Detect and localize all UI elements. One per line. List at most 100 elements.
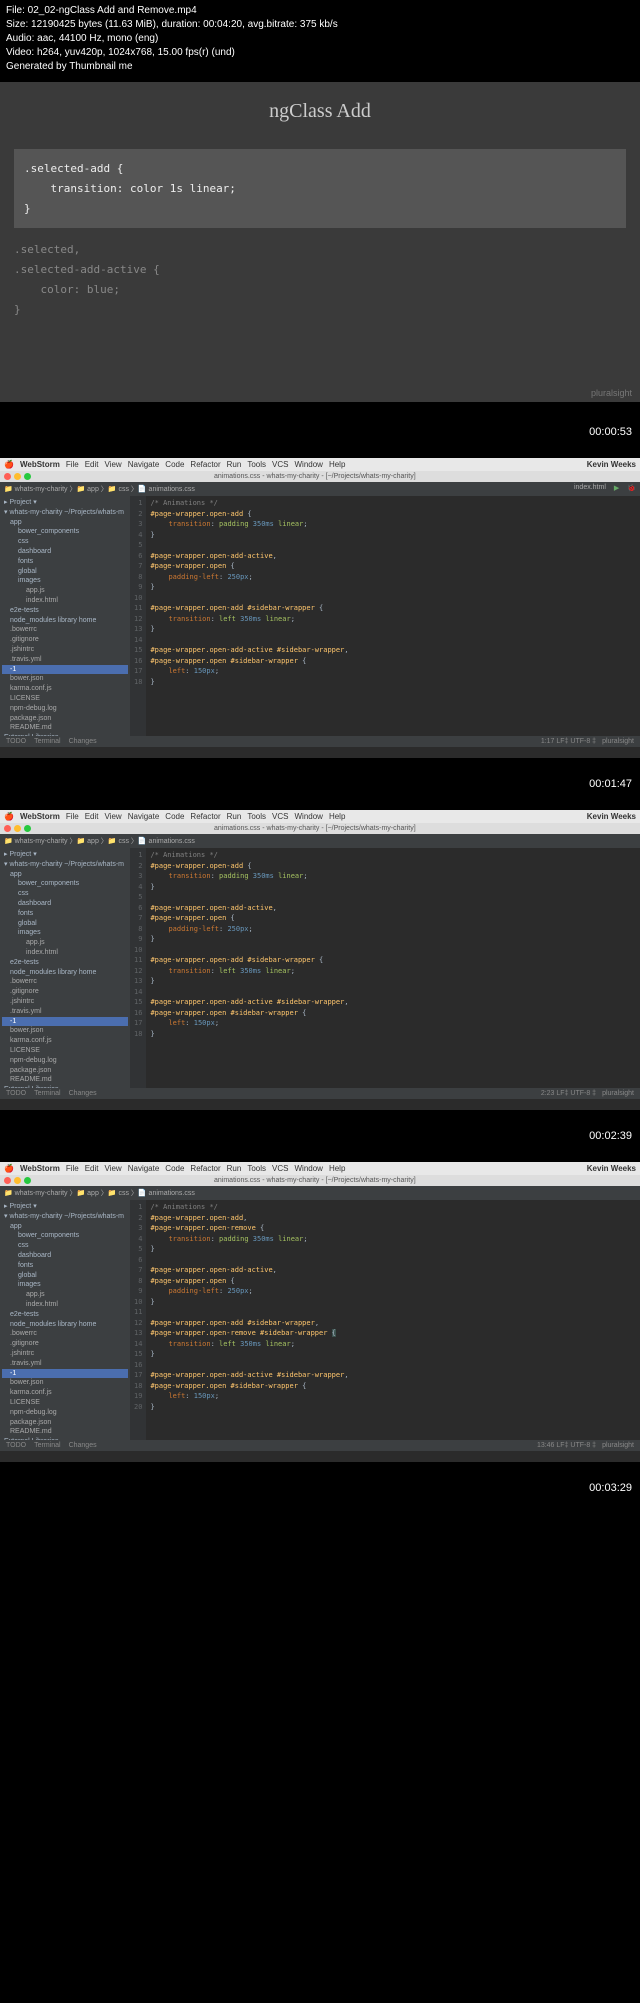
menu-item[interactable]: File bbox=[66, 812, 79, 821]
minimize-icon[interactable] bbox=[14, 473, 21, 480]
menu-item[interactable]: File bbox=[66, 1164, 79, 1173]
menu-item[interactable]: VCS bbox=[272, 812, 288, 821]
menu-item[interactable]: View bbox=[105, 812, 122, 821]
line-gutter: 123456789101112131415161718 bbox=[130, 848, 146, 1088]
slide-title: ngClass Add bbox=[0, 82, 640, 141]
menu-item[interactable]: Window bbox=[294, 460, 322, 469]
menu-item[interactable]: Refactor bbox=[190, 812, 220, 821]
todo-tab[interactable]: TODO bbox=[6, 1442, 26, 1449]
meta-generator: Generated by Thumbnail me bbox=[6, 60, 634, 74]
menu-item[interactable]: VCS bbox=[272, 1164, 288, 1173]
menu-item[interactable]: File bbox=[66, 460, 79, 469]
menu-item[interactable]: Navigate bbox=[128, 812, 160, 821]
menu-item[interactable]: Run bbox=[227, 1164, 242, 1173]
breadcrumb[interactable]: 📁 whats-my-charity 〉📁 app 〉📁 css 〉📄 anim… bbox=[4, 1188, 195, 1198]
brand-label: pluralsight bbox=[591, 388, 632, 398]
close-icon[interactable] bbox=[4, 473, 11, 480]
menu-item[interactable]: View bbox=[105, 460, 122, 469]
apple-icon[interactable]: 🍎 bbox=[4, 460, 14, 469]
menu-item[interactable]: Code bbox=[165, 1164, 184, 1173]
menu-item[interactable]: Help bbox=[329, 460, 345, 469]
timestamp: 00:00:53 bbox=[0, 406, 640, 458]
user-name: Kevin Weeks bbox=[587, 1164, 636, 1173]
changes-tab[interactable]: Changes bbox=[69, 738, 97, 745]
ide-frame-1: 🍎 WebStorm File Edit View Navigate Code … bbox=[0, 458, 640, 758]
breadcrumb[interactable]: 📁 whats-my-charity 〉📁 app 〉📁 css 〉📄 anim… bbox=[4, 484, 195, 494]
menu-item[interactable]: Run bbox=[227, 812, 242, 821]
menu-item[interactable]: Help bbox=[329, 812, 345, 821]
line-gutter: 123456789101112131415161718 bbox=[130, 496, 146, 736]
project-tree[interactable]: ▸ Project ▾▾ whats-my-charity ~/Projects… bbox=[0, 1200, 130, 1440]
changes-tab[interactable]: Changes bbox=[69, 1442, 97, 1449]
menu-item[interactable]: Edit bbox=[85, 812, 99, 821]
terminal-tab[interactable]: Terminal bbox=[34, 1442, 60, 1449]
code-editor[interactable]: 123456789101112131415161718 /* Animation… bbox=[130, 848, 640, 1088]
user-name: Kevin Weeks bbox=[587, 812, 636, 821]
app-name[interactable]: WebStorm bbox=[20, 460, 60, 469]
menu-item[interactable]: Tools bbox=[247, 812, 266, 821]
app-name[interactable]: WebStorm bbox=[20, 1164, 60, 1173]
menu-item[interactable]: Refactor bbox=[190, 1164, 220, 1173]
code-content[interactable]: /* Animations */#page-wrapper.open-add,#… bbox=[146, 1200, 352, 1440]
window-controls: animations.css - whats-my-charity - [~/P… bbox=[0, 823, 640, 834]
menu-item[interactable]: Refactor bbox=[190, 460, 220, 469]
changes-tab[interactable]: Changes bbox=[69, 1090, 97, 1097]
app-name[interactable]: WebStorm bbox=[20, 812, 60, 821]
menu-item[interactable]: Tools bbox=[247, 1164, 266, 1173]
maximize-icon[interactable] bbox=[24, 825, 31, 832]
apple-icon[interactable]: 🍎 bbox=[4, 812, 14, 821]
code-faded: .selected, .selected-add-active { color:… bbox=[14, 240, 626, 319]
menu-item[interactable]: Help bbox=[329, 1164, 345, 1173]
meta-file: File: 02_02-ngClass Add and Remove.mp4 bbox=[6, 4, 634, 18]
code-line: } bbox=[14, 300, 626, 320]
minimize-icon[interactable] bbox=[14, 825, 21, 832]
code-editor[interactable]: 123456789101112131415161718 /* Animation… bbox=[130, 496, 640, 736]
line-gutter: 1234567891011121314151617181920 bbox=[130, 1200, 146, 1440]
apple-icon[interactable]: 🍎 bbox=[4, 1164, 14, 1173]
status-bar: TODO Terminal Changes 13:46 LF‡ UTF-8 ‡ … bbox=[0, 1440, 640, 1451]
code-line: transition: color 1s linear; bbox=[24, 179, 616, 199]
maximize-icon[interactable] bbox=[24, 473, 31, 480]
menu-item[interactable]: Code bbox=[165, 460, 184, 469]
terminal-tab[interactable]: Terminal bbox=[34, 1090, 60, 1097]
close-icon[interactable] bbox=[4, 1177, 11, 1184]
debug-icon[interactable]: 🐞 bbox=[627, 484, 636, 494]
terminal-tab[interactable]: Terminal bbox=[34, 738, 60, 745]
window-title: animations.css - whats-my-charity - [~/P… bbox=[214, 473, 416, 480]
menu-item[interactable]: View bbox=[105, 1164, 122, 1173]
window-title: animations.css - whats-my-charity - [~/P… bbox=[214, 825, 416, 832]
minimize-icon[interactable] bbox=[14, 1177, 21, 1184]
run-icon[interactable]: ▶ bbox=[614, 484, 619, 494]
menu-item[interactable]: Tools bbox=[247, 460, 266, 469]
menu-item[interactable]: Run bbox=[227, 460, 242, 469]
file-metadata: File: 02_02-ngClass Add and Remove.mp4 S… bbox=[0, 0, 640, 78]
breadcrumb-bar: 📁 whats-my-charity 〉📁 app 〉📁 css 〉📄 anim… bbox=[0, 834, 640, 848]
menu-item[interactable]: Window bbox=[294, 812, 322, 821]
menu-item[interactable]: Navigate bbox=[128, 1164, 160, 1173]
code-content[interactable]: /* Animations */#page-wrapper.open-add {… bbox=[146, 496, 352, 736]
menu-item[interactable]: Edit bbox=[85, 1164, 99, 1173]
project-tree[interactable]: ▸ Project ▾▾ whats-my-charity ~/Projects… bbox=[0, 848, 130, 1088]
menu-item[interactable]: Window bbox=[294, 1164, 322, 1173]
code-line: .selected, bbox=[14, 240, 626, 260]
brand-label: pluralsight bbox=[602, 1090, 634, 1097]
run-config[interactable]: index.html bbox=[574, 484, 606, 494]
code-content[interactable]: /* Animations */#page-wrapper.open-add {… bbox=[146, 848, 352, 1088]
menu-item[interactable]: Navigate bbox=[128, 460, 160, 469]
close-icon[interactable] bbox=[4, 825, 11, 832]
window-title: animations.css - whats-my-charity - [~/P… bbox=[214, 1177, 416, 1184]
menu-item[interactable]: Code bbox=[165, 812, 184, 821]
code-editor[interactable]: 1234567891011121314151617181920 /* Anima… bbox=[130, 1200, 640, 1440]
status-bar: TODO Terminal Changes 1:17 LF‡ UTF-8 ‡ p… bbox=[0, 736, 640, 747]
breadcrumb[interactable]: 📁 whats-my-charity 〉📁 app 〉📁 css 〉📄 anim… bbox=[4, 836, 195, 846]
todo-tab[interactable]: TODO bbox=[6, 1090, 26, 1097]
slide-ngclass-add: ngClass Add .selected-add { transition: … bbox=[0, 82, 640, 402]
menu-item[interactable]: Edit bbox=[85, 460, 99, 469]
project-tree[interactable]: ▸ Project ▾▾ whats-my-charity ~/Projects… bbox=[0, 496, 130, 736]
status-bar: TODO Terminal Changes 2:23 LF‡ UTF-8 ‡ p… bbox=[0, 1088, 640, 1099]
maximize-icon[interactable] bbox=[24, 1177, 31, 1184]
ide-frame-3: 🍎 WebStorm File Edit View Navigate Code … bbox=[0, 1162, 640, 1462]
todo-tab[interactable]: TODO bbox=[6, 738, 26, 745]
menu-item[interactable]: VCS bbox=[272, 460, 288, 469]
cursor-position: 13:46 LF‡ UTF-8 ‡ bbox=[537, 1442, 596, 1449]
